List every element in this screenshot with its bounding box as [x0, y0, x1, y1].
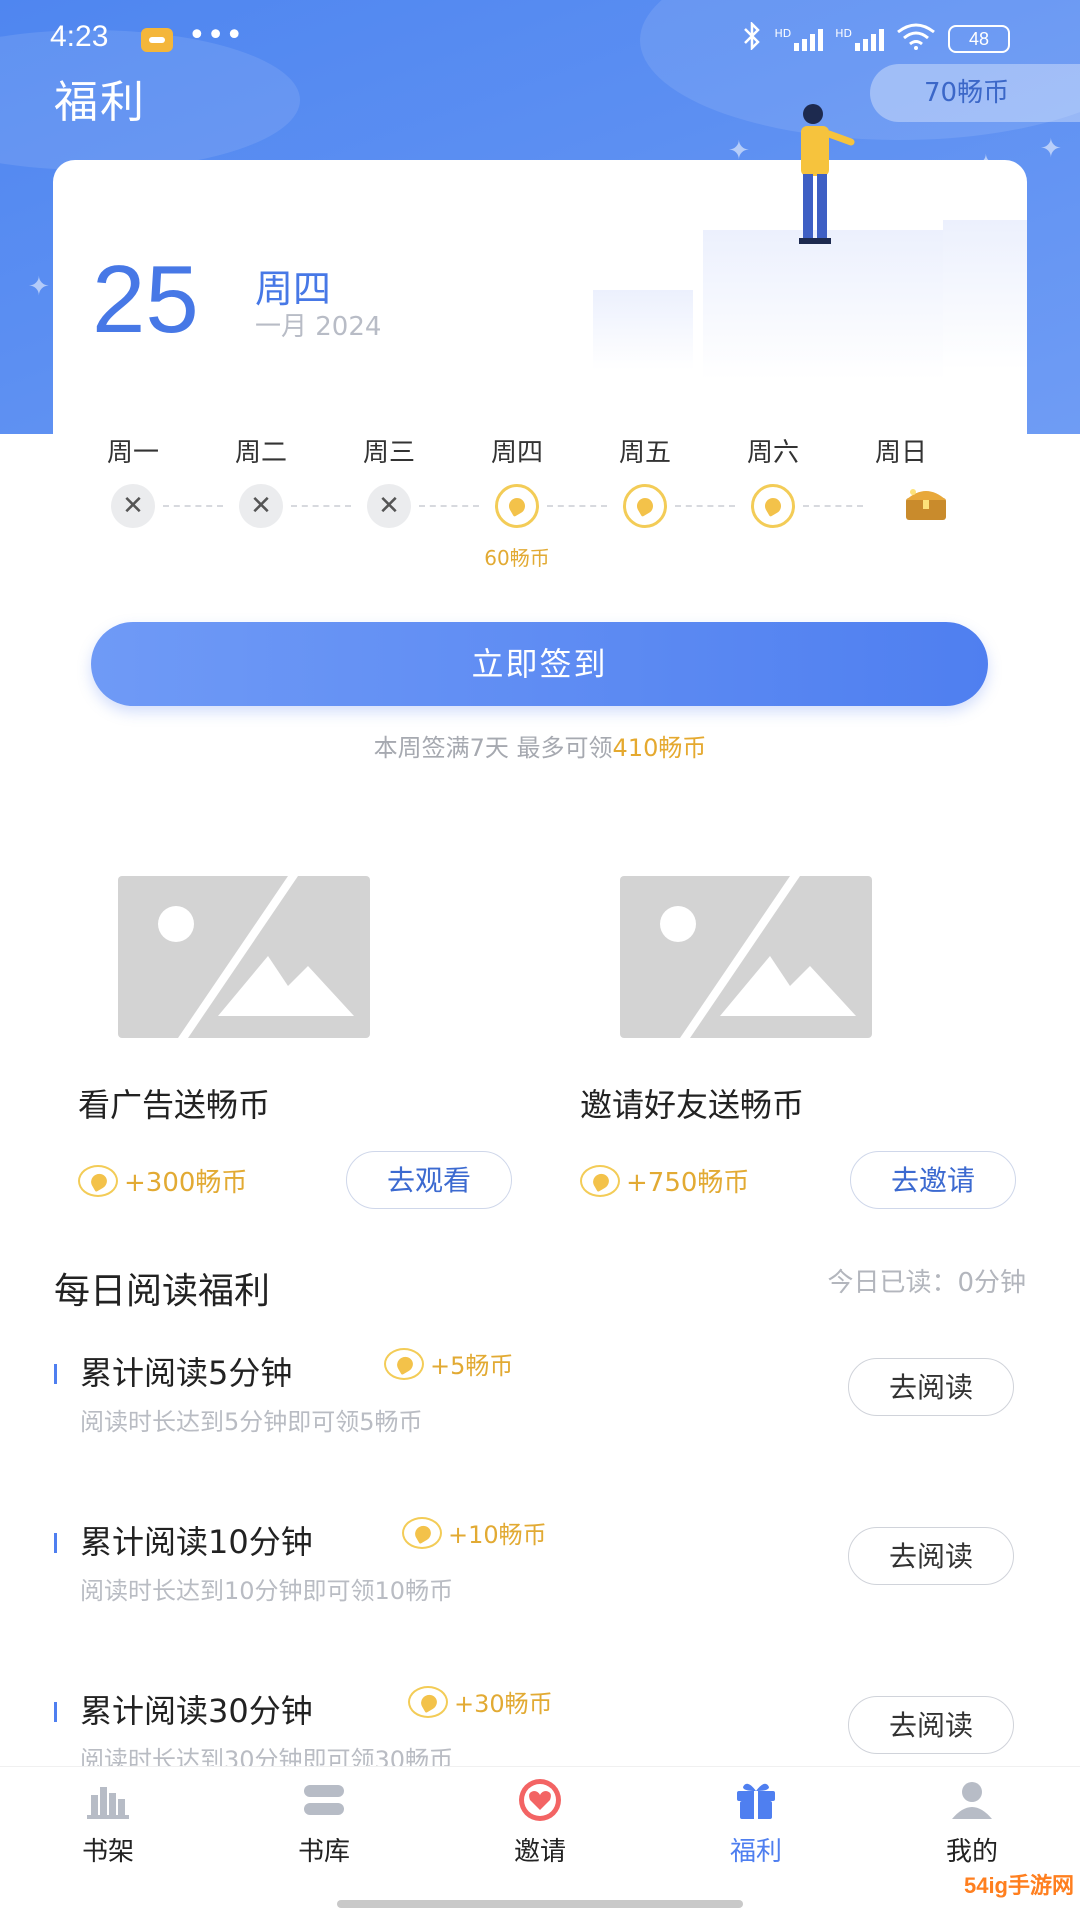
tab-label: 书库 [297, 1837, 350, 1867]
reading-task-reward-amount: +30畅币 [454, 1690, 553, 1718]
reading-task-reward-amount: +5畅币 [430, 1352, 514, 1380]
tab-welfare[interactable]: 福利 [686, 1777, 826, 1868]
reading-task-item: 累计阅读5分钟 +5畅币 阅读时长达到5分钟即可领5畅币 去阅读 [54, 1346, 1026, 1468]
status-time: 4:23 [50, 20, 109, 53]
profile-icon [952, 1782, 992, 1819]
coin-balance-button[interactable]: 70畅币 [870, 64, 1080, 122]
signin-note-amount: 410畅币 [612, 734, 707, 762]
divider [163, 505, 223, 507]
watch-ad-button[interactable]: 去观看 [346, 1151, 512, 1209]
invite-heart-icon [519, 1779, 561, 1821]
task-reward: +750畅币 [580, 1162, 749, 1199]
missed-day-icon: ✕ [367, 484, 411, 528]
reading-task-item: 累计阅读10分钟 +10畅币 阅读时长达到10分钟即可领10畅币 去阅读 [54, 1515, 1026, 1637]
tab-bookshelf[interactable]: 书架 [38, 1777, 178, 1868]
decorative-building [593, 290, 693, 370]
divider [547, 505, 607, 507]
signal-hd-icon-2: HD [835, 27, 884, 51]
tab-label: 邀请 [513, 1837, 566, 1867]
reading-task-reward-amount: +10畅币 [448, 1521, 547, 1549]
item-marker [54, 1533, 57, 1553]
missed-day-icon: ✕ [239, 484, 283, 528]
day-label: 周一 [106, 438, 159, 468]
reading-task-title: 累计阅读10分钟 [80, 1523, 313, 1561]
day-label: 周日 [874, 438, 927, 468]
go-read-button[interactable]: 去阅读 [848, 1527, 1014, 1585]
more-notifications-icon: ••• [188, 18, 245, 53]
library-icon [304, 1785, 344, 1815]
today-reward-label: 60畅币 [484, 546, 550, 570]
reading-task-reward: +5畅币 [384, 1346, 513, 1381]
tab-label: 书架 [81, 1837, 134, 1867]
wifi-icon [896, 22, 936, 56]
day-label: 周六 [746, 438, 799, 468]
bookshelf-icon [87, 1787, 129, 1819]
reading-task-title: 累计阅读30分钟 [80, 1692, 313, 1730]
daily-reading-title: 每日阅读福利 [54, 1271, 271, 1312]
divider [291, 505, 351, 507]
divider [419, 505, 479, 507]
page-title: 福利 [54, 77, 146, 128]
item-marker [54, 1364, 57, 1384]
tab-invite[interactable]: 邀请 [470, 1777, 610, 1868]
tab-label: 福利 [729, 1837, 782, 1867]
decorative-building [943, 220, 1027, 370]
bottom-tab-bar: 书架 书库 邀请 福利 我的 [0, 1766, 1080, 1886]
battery-icon: 48 [948, 25, 1010, 53]
date-day: 25 [92, 246, 199, 353]
image-placeholder-icon [620, 876, 872, 1038]
day-label: 周四 [490, 438, 543, 468]
bluetooth-icon [741, 20, 763, 56]
signin-note-text: 本周签满7天 最多可领 [373, 734, 613, 762]
coin-day-icon [751, 484, 795, 528]
coin-icon [580, 1164, 620, 1197]
person-illustration [799, 104, 855, 244]
watermark-logo: 54ig手游网 [963, 1873, 1074, 1898]
coin-icon [408, 1685, 448, 1718]
divider [803, 505, 863, 507]
day-label: 周三 [362, 438, 415, 468]
item-marker [54, 1702, 57, 1722]
read-today-label: 今日已读：0分钟 [827, 1268, 1026, 1298]
tab-profile[interactable]: 我的 [902, 1777, 1042, 1868]
tab-label: 我的 [945, 1837, 998, 1867]
signin-note: 本周签满7天 最多可领410畅币 [0, 728, 1080, 763]
divider [675, 505, 735, 507]
signal-hd-icon: HD [775, 27, 824, 51]
date-weekday: 周四 [255, 267, 332, 311]
reading-task-desc: 阅读时长达到5分钟即可领5畅币 [80, 1408, 423, 1436]
coin-icon [402, 1516, 442, 1549]
day-label: 周五 [618, 438, 671, 468]
coin-day-icon [623, 484, 667, 528]
gift-icon [737, 1783, 775, 1819]
treasure-chest-icon [906, 489, 946, 520]
task-reward-amount: +300畅币 [124, 1168, 248, 1198]
message-notification-icon [141, 28, 173, 52]
reading-task-title: 累计阅读5分钟 [80, 1354, 293, 1392]
go-read-button[interactable]: 去阅读 [848, 1358, 1014, 1416]
task-title: 邀请好友送畅币 [580, 1086, 805, 1124]
image-placeholder-icon [118, 876, 370, 1038]
day-label: 周二 [234, 438, 287, 468]
signin-button[interactable]: 立即签到 [91, 622, 988, 706]
missed-day-icon: ✕ [111, 484, 155, 528]
coin-day-icon [495, 484, 539, 528]
task-reward: +300畅币 [78, 1162, 247, 1199]
coin-icon [78, 1164, 118, 1197]
reading-task-reward: +30畅币 [408, 1684, 553, 1719]
task-reward-amount: +750畅币 [626, 1168, 750, 1198]
invite-button[interactable]: 去邀请 [850, 1151, 1016, 1209]
date-month-year: 一月 2024 [255, 312, 382, 342]
go-read-button[interactable]: 去阅读 [848, 1696, 1014, 1754]
tab-library[interactable]: 书库 [254, 1777, 394, 1868]
reading-task-desc: 阅读时长达到10分钟即可领10畅币 [80, 1577, 454, 1605]
reading-task-reward: +10畅币 [402, 1515, 547, 1550]
task-title: 看广告送畅币 [78, 1086, 271, 1124]
coin-icon [384, 1347, 424, 1380]
home-indicator[interactable] [337, 1900, 743, 1908]
